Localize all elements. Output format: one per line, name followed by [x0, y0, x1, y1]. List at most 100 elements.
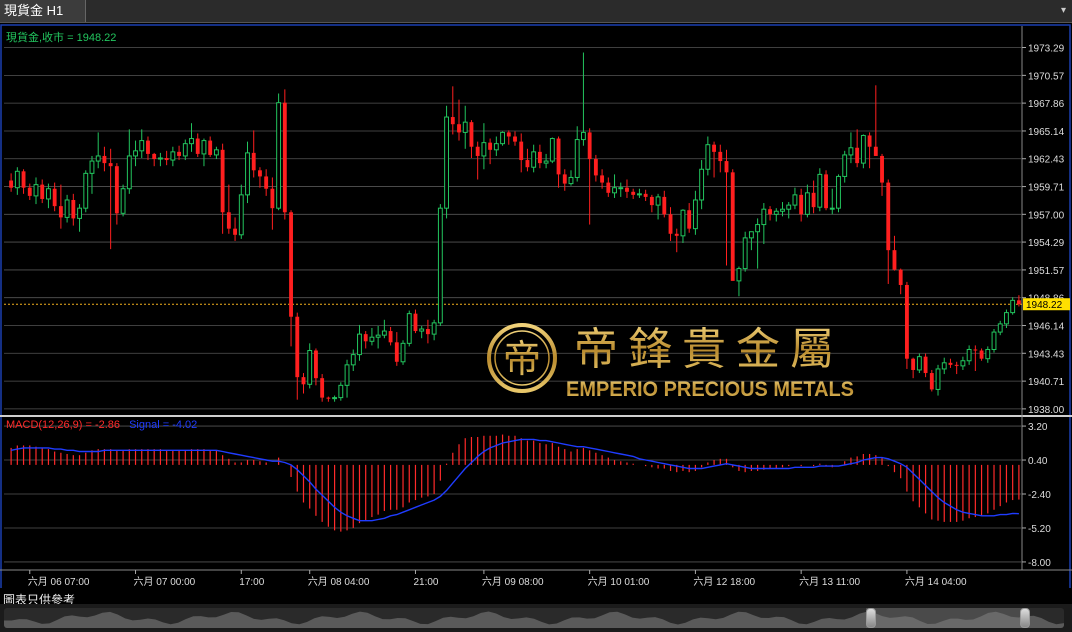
candle-body-down [450, 117, 455, 125]
candle-body-up [636, 193, 642, 196]
candle-body-up [997, 323, 1003, 333]
candle-body-up [966, 348, 972, 362]
candle-body-up [581, 131, 586, 141]
candle-body-up [817, 173, 823, 208]
candle-body-up [543, 160, 549, 164]
candle-body-up [276, 102, 282, 209]
candle-body-up [761, 208, 767, 226]
time-tick-label: 六月 10 01:00 [588, 576, 650, 588]
candle-body-up [574, 139, 580, 178]
candle-body-down [1016, 300, 1021, 305]
candle-body-up [773, 210, 779, 215]
candle-body-up [792, 194, 798, 206]
scroll-right-handle[interactable] [1020, 608, 1030, 628]
scroll-track-overview[interactable] [4, 608, 1064, 628]
candle-body-down [413, 313, 418, 332]
candle-body-up [89, 160, 95, 174]
candle-body-up [755, 224, 761, 233]
candle-body-down [824, 174, 828, 209]
candle-body-down [314, 350, 318, 379]
candle-body-down [152, 153, 157, 160]
candle-body-up [33, 184, 39, 197]
price-tick-label: 1957.00 [1028, 210, 1065, 221]
candle-body-up [381, 330, 387, 336]
candle-body-down [21, 171, 26, 188]
candle-body-up [213, 149, 219, 156]
candle-body-up [568, 176, 574, 185]
time-tick-label: 六月 08 04:00 [308, 576, 370, 588]
macd-legend: MACD(12,26,9) = -2.86 Signal = -4.02 [6, 419, 197, 431]
candle-body-up [680, 209, 686, 237]
candle-body-down [911, 358, 916, 370]
candle-body-up [245, 152, 250, 196]
candle-body-down [923, 356, 928, 374]
candle-body-down [948, 362, 953, 365]
candle-body-up [238, 194, 244, 236]
candle-body-up [170, 151, 176, 161]
price-tick-label: 1954.29 [1028, 238, 1065, 249]
price-tick-label: 1973.29 [1028, 44, 1065, 55]
macd-tick-label: -5.20 [1028, 524, 1051, 535]
price-tick-label: 1946.14 [1028, 322, 1065, 333]
chart-scrollbar[interactable] [0, 604, 1072, 632]
candle-body-down [177, 151, 182, 156]
time-tick-label: 六月 14 04:00 [905, 576, 967, 588]
candle-body-up [431, 322, 437, 335]
candle-body-up [829, 207, 835, 210]
candle-body-down [880, 155, 884, 183]
time-tick-label: 六月 07 00:00 [134, 576, 196, 588]
candle-body-down [674, 233, 679, 236]
candle-body-up [549, 138, 555, 162]
candle-body-up [960, 360, 966, 367]
time-tick-label: 六月 06 07:00 [28, 576, 90, 588]
candle-body-up [375, 334, 381, 338]
candle-body-down [102, 155, 107, 164]
candle-body-down [886, 182, 891, 251]
candle-body-up [344, 364, 350, 386]
candle-body-up [618, 187, 624, 190]
candle-body-down [326, 397, 331, 399]
candle-body-up [400, 342, 406, 363]
price-tick-label: 1970.57 [1028, 71, 1065, 82]
time-tick-label: 六月 09 08:00 [482, 576, 544, 588]
chart-area: 1973.29 1970.57 1967.86 1965.14 1962.43 1959.… [0, 24, 1072, 604]
candle-body-down [643, 193, 648, 197]
signal-legend-value: Signal = -4.02 [129, 419, 197, 431]
chart-tab[interactable]: 現貨金 H1 [0, 0, 86, 22]
candle-body-up [139, 140, 145, 152]
logo-glyph: 帝 [503, 337, 541, 381]
candle-body-up [699, 168, 705, 201]
candle-body-down [668, 214, 673, 234]
candle-body-down [929, 373, 934, 390]
tab-bar: 現貨金 H1 ▾ [0, 0, 1072, 23]
candle-body-up [500, 131, 505, 145]
candle-body-down [954, 364, 959, 366]
candle-body-up [655, 196, 661, 206]
candle-body-up [736, 268, 742, 282]
candle-body-down [164, 158, 169, 161]
candle-body-down [233, 228, 237, 235]
price-tick-label: 1951.57 [1028, 266, 1065, 277]
candle-body-down [625, 187, 629, 192]
candle-body-up [531, 151, 537, 168]
tab-menu-chevron-down-icon[interactable]: ▾ [1061, 5, 1066, 16]
candle-body-down [258, 170, 262, 177]
candle-body-down [40, 184, 45, 199]
candle-body-up [985, 348, 991, 360]
scroll-left-handle[interactable] [866, 608, 876, 628]
candle-body-up [848, 147, 854, 156]
price-tick-label: 1962.43 [1028, 155, 1065, 166]
candle-body-up [133, 150, 138, 157]
candle-body-down [469, 122, 474, 147]
candle-body-up [935, 368, 941, 390]
candle-body-down [562, 174, 567, 184]
candle-body-up [842, 154, 848, 177]
candle-body-up [120, 188, 126, 214]
candle-body-up [332, 397, 338, 400]
candle-body-up [493, 143, 499, 151]
candle-body-down [425, 329, 430, 335]
candle-body-up [201, 140, 207, 155]
candle-body-down [662, 196, 667, 215]
candle-body-down [251, 152, 256, 171]
candle-body-down [146, 140, 150, 154]
